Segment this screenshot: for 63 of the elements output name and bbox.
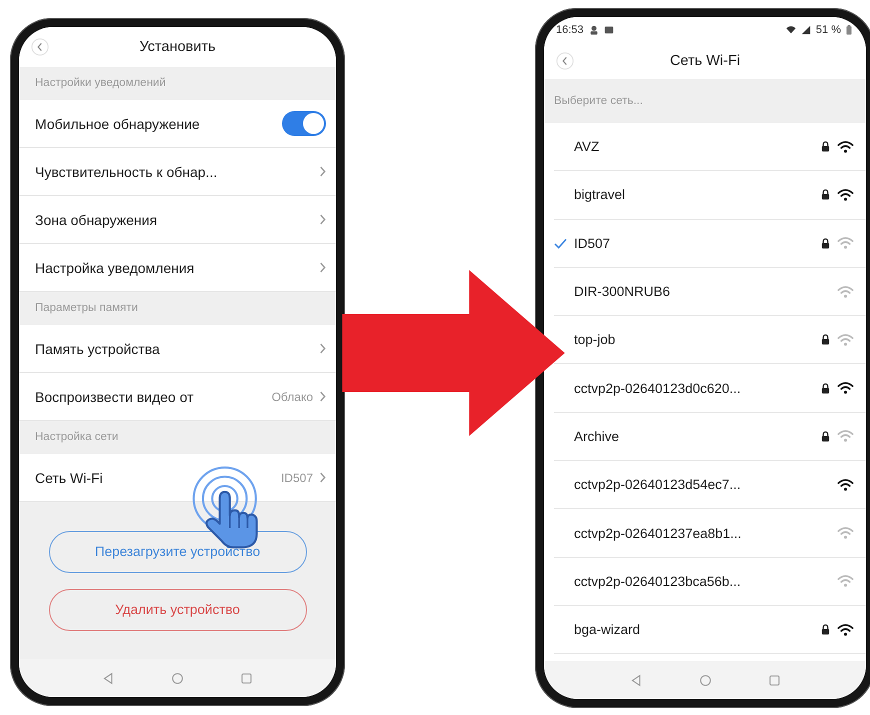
network-item[interactable]: AVZ (554, 123, 866, 172)
network-name: bigtravel (574, 187, 626, 202)
chevron-icon (319, 214, 326, 225)
chevron-icon (319, 472, 326, 483)
network-item[interactable]: cctvp2p-02640123d54ec7... (554, 461, 866, 510)
settings-row[interactable]: Мобильное обнаружение (19, 100, 336, 148)
settings-row[interactable]: Чувствительность к обнар... (19, 148, 336, 196)
image-icon (604, 25, 614, 35)
network-item[interactable]: DIR-300NRUB6 (554, 268, 866, 316)
network-name: cctvp2p-02640123d54ec7... (574, 477, 742, 492)
recents-icon[interactable] (240, 672, 253, 684)
network-name: cctvp2p-02640123d0c620... (574, 380, 742, 396)
network-item[interactable]: cctvp2p-02640123bca56b... (554, 558, 866, 606)
row-label: Память устройства (35, 340, 160, 356)
network-item[interactable]: bigtravel (554, 171, 866, 220)
delete-button[interactable]: Удалить устройство (48, 588, 306, 630)
settings-row[interactable]: Воспроизвести видео от Облако (19, 373, 336, 421)
row-label: Чувствительность к обнар... (35, 164, 218, 180)
person-icon (588, 25, 599, 35)
network-item[interactable]: Archive (554, 412, 866, 462)
network-name: bga-wizard (574, 622, 642, 638)
home-icon[interactable] (698, 674, 712, 686)
toggle-switch[interactable] (282, 111, 326, 136)
settings-row[interactable]: Настройка уведомления (19, 244, 336, 292)
screen-title: Установить (139, 39, 216, 55)
settings-row[interactable]: Зона обнаружения (19, 196, 336, 244)
chevron-icon (319, 391, 326, 402)
row-value: Облако (272, 390, 313, 404)
back-icon[interactable] (630, 674, 642, 686)
network-item[interactable]: bga-wizard (554, 606, 866, 654)
row-label: Настройка уведомления (35, 260, 194, 276)
network-name: top-job (574, 332, 616, 348)
status-time: 16:53 (556, 24, 584, 36)
network-item[interactable]: cctvp2p-026401237ea8b1... (554, 509, 866, 558)
network-name: Archive (574, 428, 620, 444)
network-item[interactable]: cctvp2p-02640123d0c620... (554, 364, 866, 413)
battery-percent: 51 % (816, 24, 841, 36)
back-button[interactable] (31, 38, 49, 56)
battery-icon (846, 25, 852, 35)
recents-icon[interactable] (768, 674, 780, 686)
chevron-icon (319, 343, 326, 354)
row-label: Воспроизвести видео от (35, 388, 194, 404)
row-label: Сеть Wi-Fi (35, 470, 103, 486)
chevron-icon (319, 262, 326, 273)
row-label: Зона обнаружения (35, 212, 158, 228)
check-icon (554, 238, 567, 249)
network-name: ID507 (574, 236, 612, 251)
back-button[interactable] (556, 52, 574, 70)
screen-title: Сеть Wi-Fi (670, 53, 740, 69)
row-value: ID507 (280, 470, 313, 484)
network-name: DIR-300NRUB6 (574, 284, 672, 300)
network-item[interactable]: ID507 (554, 220, 866, 268)
settings-row[interactable]: Сеть Wi-Fi ID507 (19, 454, 336, 502)
network-name: cctvp2p-026401237ea8b1... (574, 526, 742, 541)
network-name: cctvp2p-02640123bca56b... (574, 574, 742, 589)
signal-icon (800, 25, 811, 35)
home-icon[interactable] (171, 672, 184, 684)
chevron-icon (319, 166, 326, 177)
row-label: Мобильное обнаружение (35, 116, 200, 132)
back-icon[interactable] (102, 672, 115, 684)
network-name: AVZ (574, 139, 600, 154)
wifi-status-icon (786, 25, 796, 35)
settings-row[interactable]: Память устройства (19, 325, 336, 373)
